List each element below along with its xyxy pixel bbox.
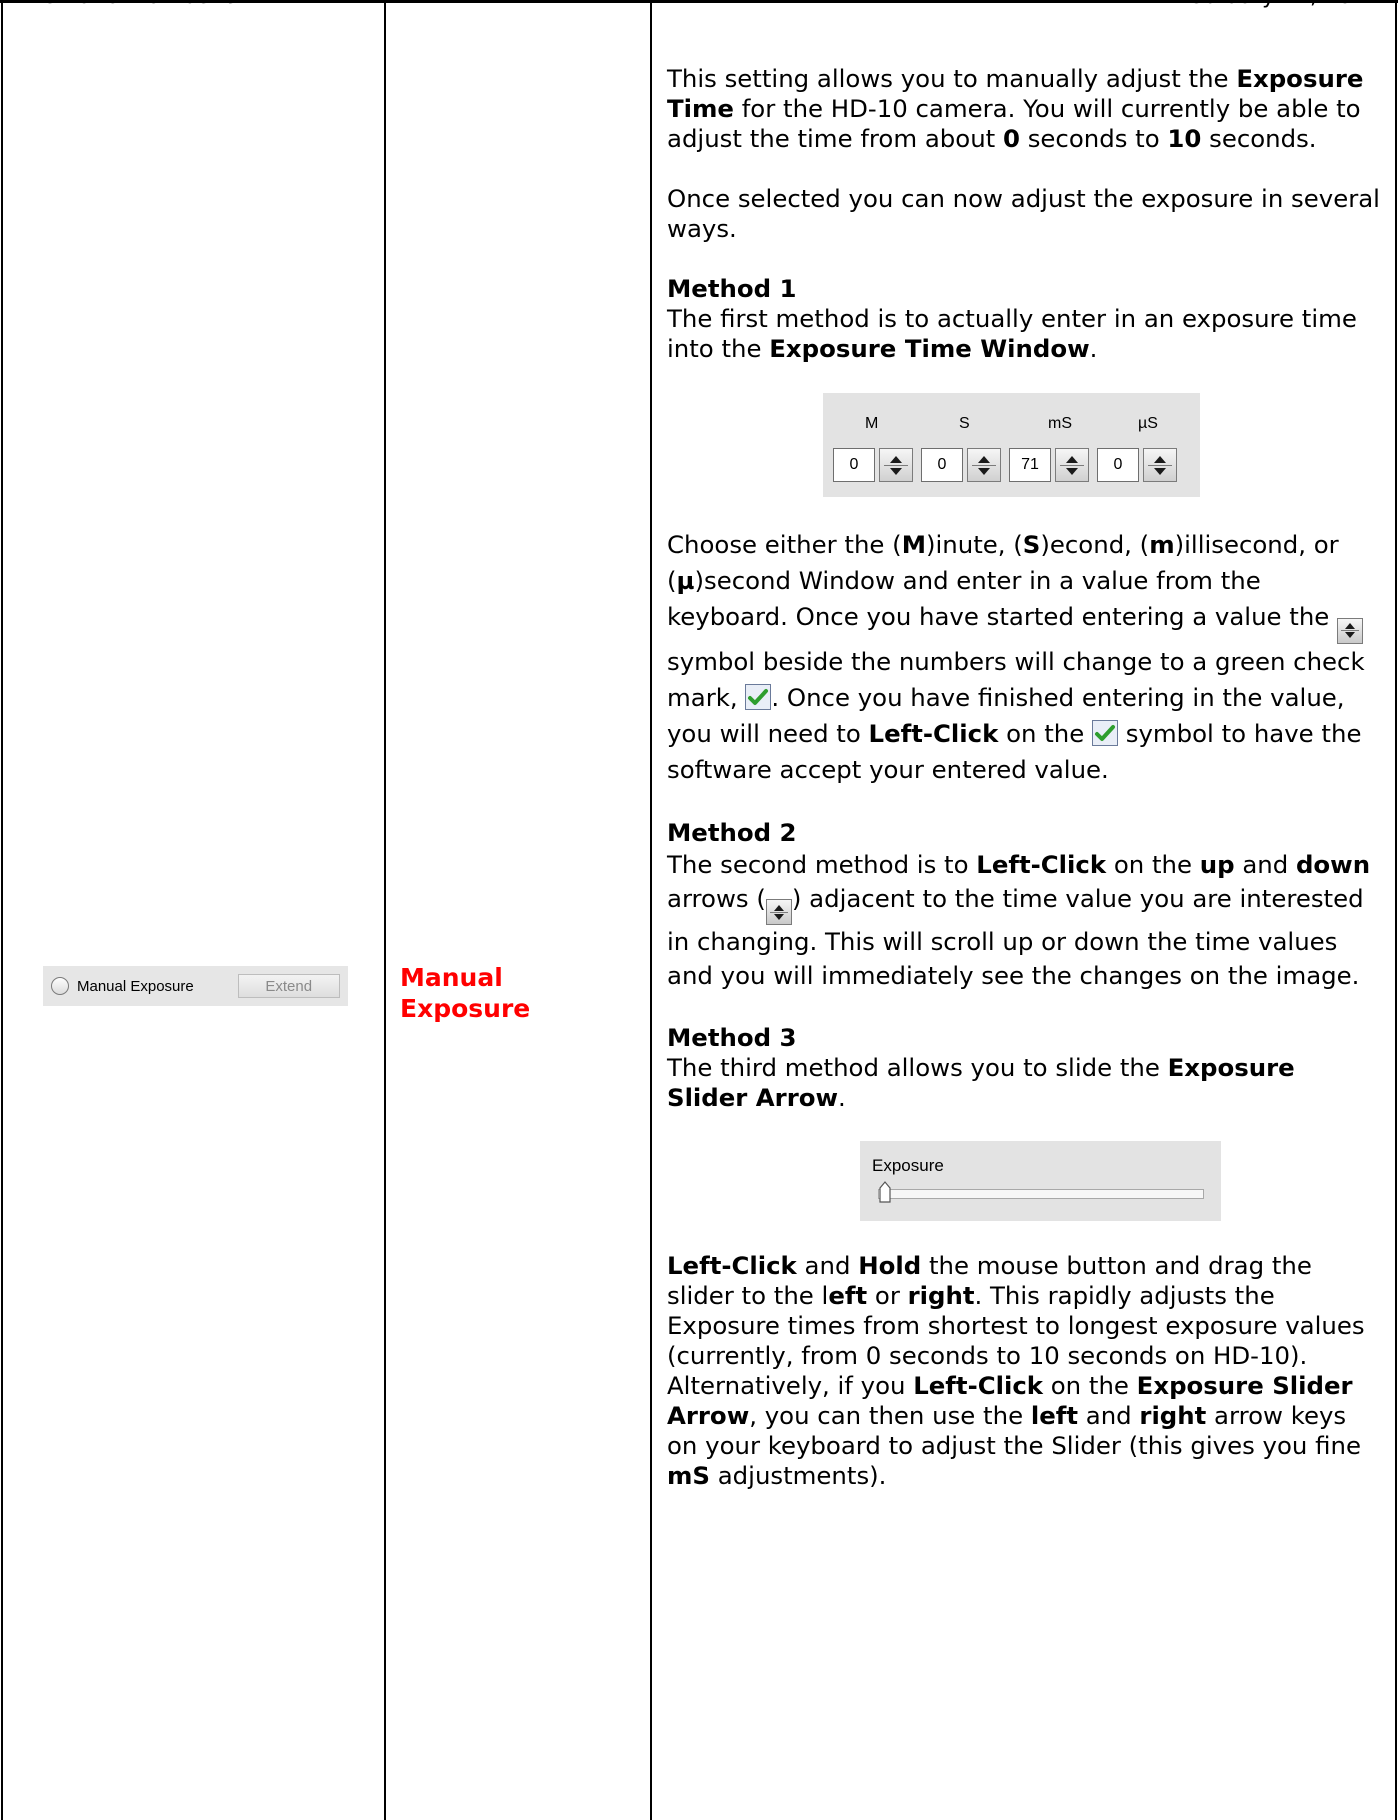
manual-exposure-widget-preview: Manual Exposure Extend: [43, 966, 348, 1006]
choose-paragraph: Choose either the (M)inute, (S)econd, (m…: [667, 530, 1365, 784]
green-check-icon: [745, 683, 772, 710]
method1-title: Method 1: [667, 274, 797, 303]
table-top-border: [0, 0, 1398, 3]
table-column-divider-2: [650, 0, 652, 1820]
milliseconds-header: mS: [1048, 415, 1072, 432]
manual-exposure-radio-label: Manual Exposure: [77, 977, 194, 995]
table-right-border: [1395, 0, 1397, 1820]
method1-paragraph: The first method is to actually enter in…: [667, 304, 1357, 363]
minutes-header: M: [865, 415, 879, 432]
microseconds-input[interactable]: 0: [1097, 448, 1139, 482]
green-check-icon: [1092, 719, 1118, 746]
method3-title: Method 3: [667, 1023, 797, 1052]
setting-name-line2: Exposure: [400, 994, 531, 1023]
manual-exposure-radio[interactable]: [51, 977, 69, 995]
intro-paragraph: This setting allows you to manually adju…: [667, 64, 1364, 153]
microseconds-field: 0: [1097, 445, 1202, 485]
final-paragraph: Left-Click and Hold the mouse button and…: [667, 1251, 1365, 1490]
document-page: Pentaho Workbench February 17, 2021 Manu…: [0, 0, 1398, 1820]
microseconds-spinner-icon[interactable]: [1143, 448, 1177, 482]
exposure-slider-arrow-icon[interactable]: [878, 1181, 892, 1203]
table-left-border: [1, 0, 3, 1820]
seconds-header: S: [959, 415, 970, 432]
setting-description: This setting allows you to manually adju…: [667, 64, 1382, 1491]
table-column-divider-1: [384, 0, 386, 1820]
minutes-input[interactable]: 0: [833, 448, 875, 482]
exposure-slider-track[interactable]: [878, 1189, 1204, 1199]
method2-paragraph: The second method is to Left-Click on th…: [667, 849, 1371, 991]
extend-button[interactable]: Extend: [237, 974, 340, 998]
seconds-spinner-icon[interactable]: [967, 448, 1001, 482]
method2-title: Method 2: [667, 817, 797, 847]
milliseconds-spinner-icon[interactable]: [1055, 448, 1089, 482]
spinner-icon: [1337, 617, 1364, 644]
once-selected-paragraph: Once selected you can now adjust the exp…: [667, 184, 1380, 243]
microseconds-header: µS: [1138, 415, 1158, 432]
setting-name: Manual Exposure: [400, 962, 630, 1024]
exposure-slider-label: Exposure: [872, 1156, 944, 1175]
exposure-slider-screenshot: Exposure: [860, 1141, 1221, 1221]
spinner-icon: [765, 899, 792, 925]
seconds-input[interactable]: 0: [921, 448, 963, 482]
milliseconds-input[interactable]: 71: [1009, 448, 1051, 482]
setting-name-line1: Manual: [400, 963, 503, 992]
minutes-spinner-icon[interactable]: [879, 448, 913, 482]
exposure-time-window: M S mS µS 0 0 71 0: [823, 393, 1200, 497]
method3-paragraph: The third method allows you to slide the…: [667, 1053, 1295, 1112]
